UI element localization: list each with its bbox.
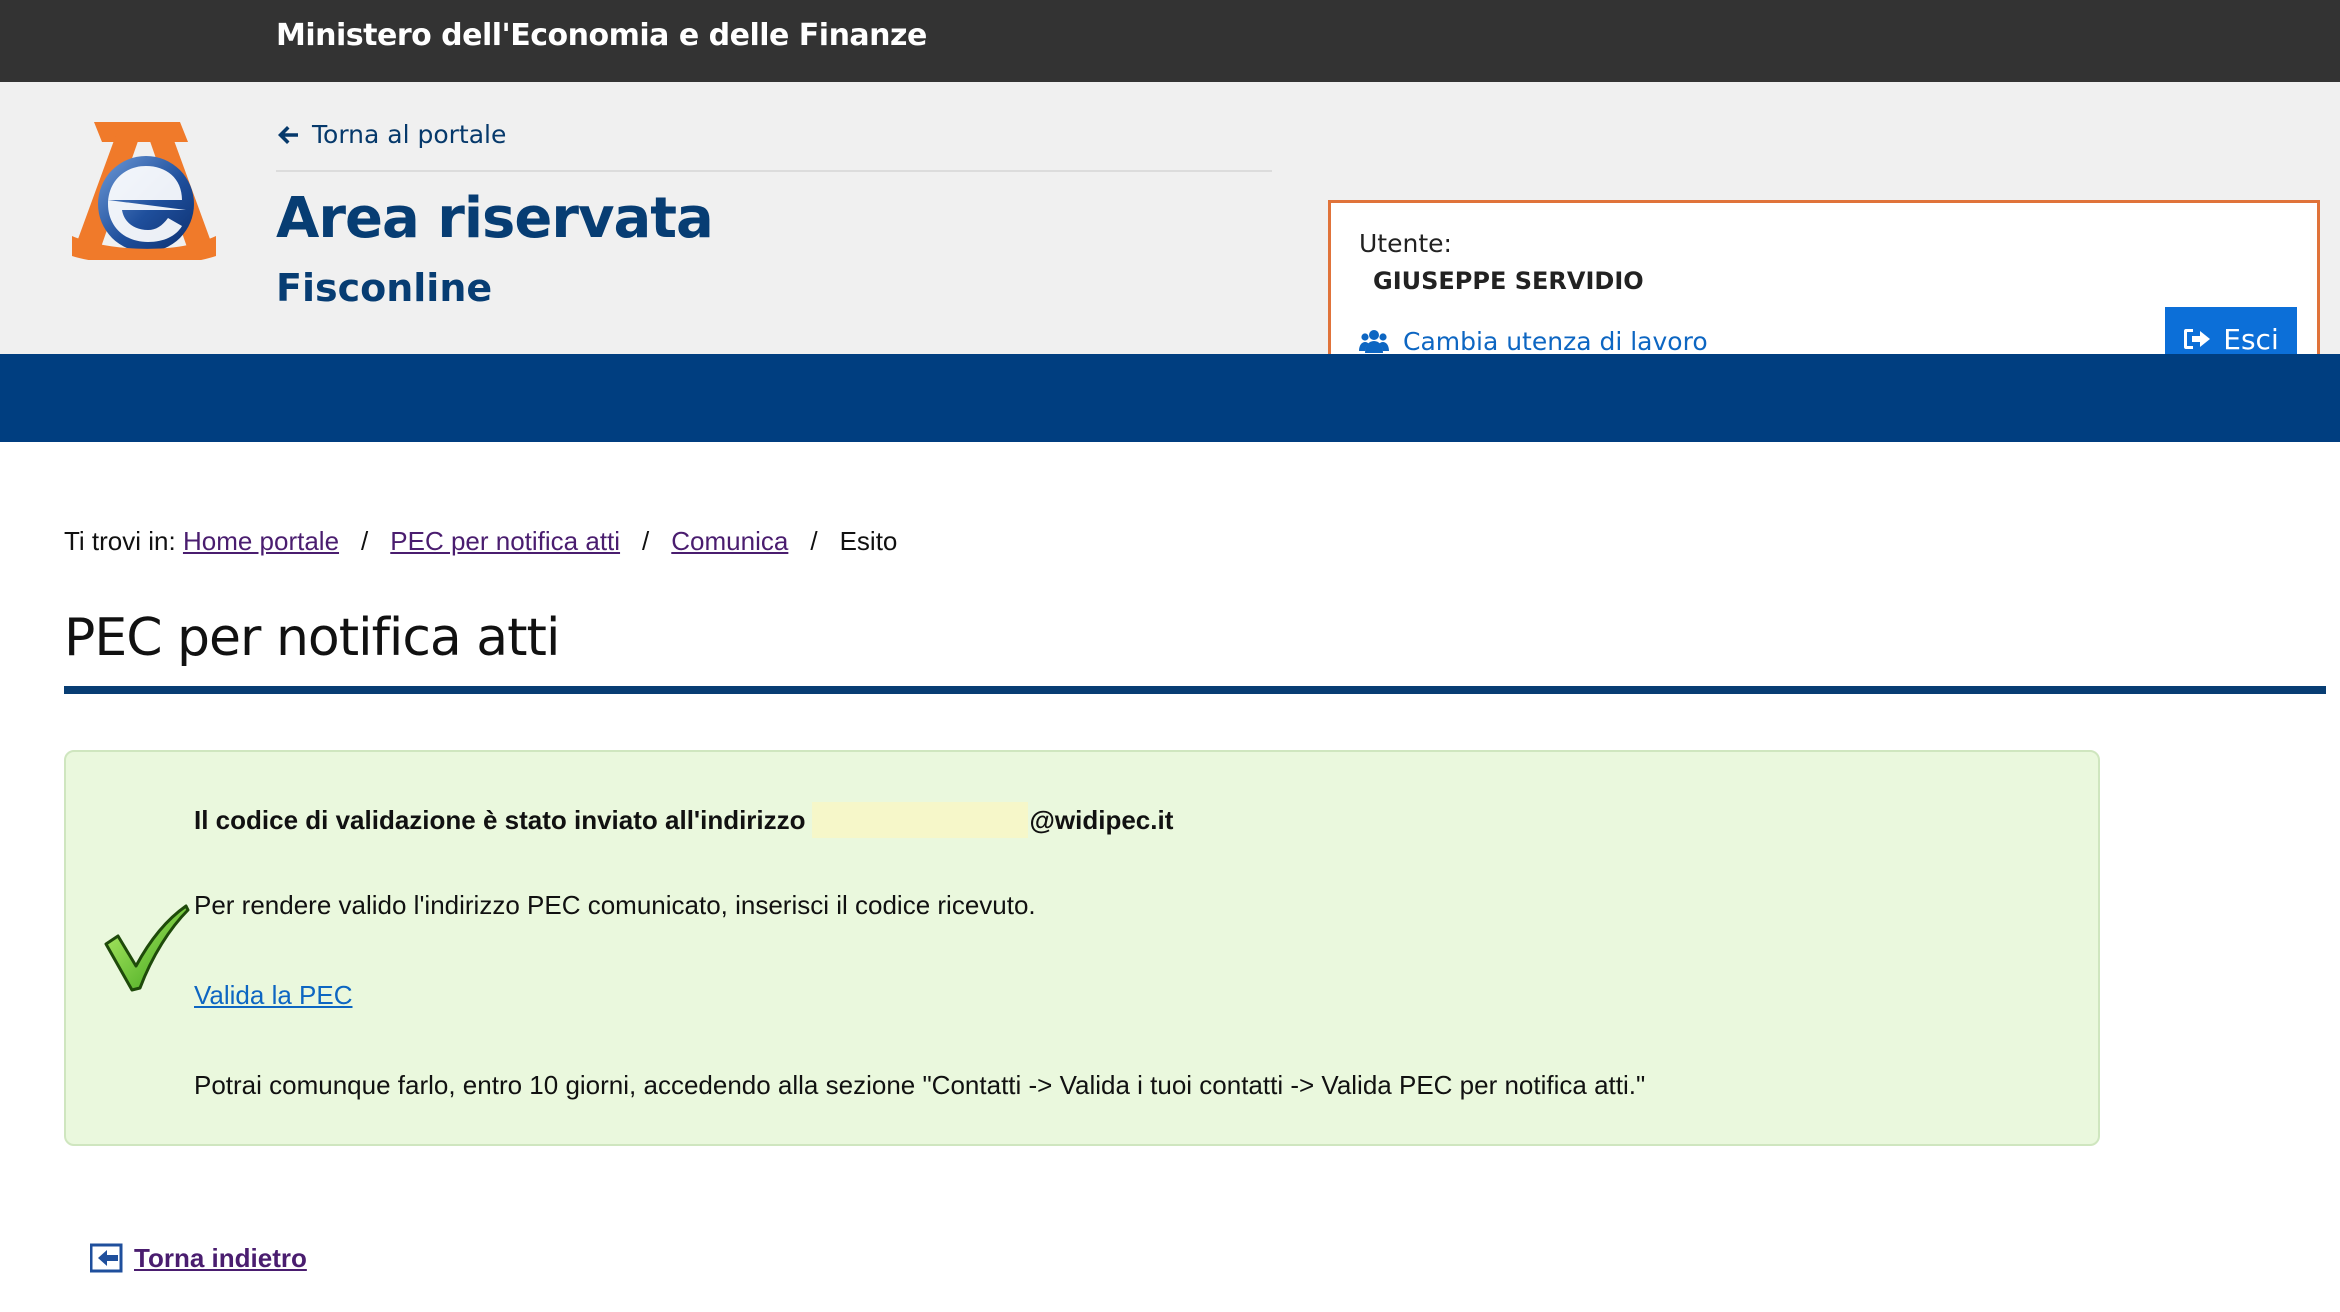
arrow-left-icon [278, 125, 298, 144]
checkmark-icon [104, 904, 190, 992]
header-divider [276, 170, 1272, 172]
back-to-portal-link[interactable]: Torna al portale [276, 120, 506, 149]
success-message: Il codice di validazione è stato inviato… [64, 750, 2100, 1146]
change-work-account-link[interactable]: Cambia utenza di lavoro [1359, 327, 1708, 356]
users-icon [1359, 329, 1389, 353]
redacted-email [811, 802, 1028, 838]
user-name: GIUSEPPE SERVIDIO [1373, 267, 1644, 295]
navigation-bar [0, 354, 2340, 442]
ministry-name: Ministero dell'Economia e delle Finanze [276, 18, 927, 53]
breadcrumb-separator: / [642, 526, 650, 556]
area-title: Area riservata [276, 186, 714, 251]
back-to-portal-label: Torna al portale [312, 120, 507, 149]
agenzia-entrate-logo[interactable] [64, 118, 224, 260]
breadcrumb-prefix: Ti trovi in: [64, 526, 176, 556]
change-work-account-label: Cambia utenza di lavoro [1403, 327, 1708, 356]
user-label: Utente: [1359, 229, 1452, 258]
instruction-text: Per rendere valido l'indirizzo PEC comun… [194, 890, 1036, 920]
site-header: Torna al portale Area riservata Fisconli… [0, 82, 2340, 396]
email-domain: @widipec.it [1029, 804, 1174, 835]
go-back-label: Torna indietro [134, 1242, 307, 1273]
deadline-text: Potrai comunque farlo, entro 10 giorni, … [194, 1070, 1646, 1100]
breadcrumb-separator: / [361, 526, 369, 556]
go-back-link[interactable]: Torna indietro [90, 1242, 307, 1274]
logout-label: Esci [2223, 322, 2279, 356]
breadcrumb: Ti trovi in: Home portale / PEC per noti… [64, 526, 897, 557]
title-underline [64, 686, 2326, 694]
breadcrumb-current: Esito [839, 526, 898, 556]
breadcrumb-comunica[interactable]: Comunica [671, 526, 788, 557]
breadcrumb-pec[interactable]: PEC per notifica atti [390, 526, 620, 557]
area-subtitle: Fisconline [276, 266, 493, 310]
validation-sent-message: Il codice di validazione è stato inviato… [194, 802, 1173, 838]
page-title: PEC per notifica atti [64, 608, 560, 668]
back-arrow-icon [90, 1243, 123, 1273]
validate-pec-link[interactable]: Valida la PEC [194, 980, 353, 1011]
sign-out-icon [2184, 329, 2211, 349]
ministry-bar: Ministero dell'Economia e delle Finanze [0, 0, 2340, 82]
breadcrumb-separator: / [810, 526, 818, 556]
breadcrumb-home[interactable]: Home portale [183, 526, 339, 557]
validation-sent-text: Il codice di validazione è stato inviato… [194, 804, 806, 835]
